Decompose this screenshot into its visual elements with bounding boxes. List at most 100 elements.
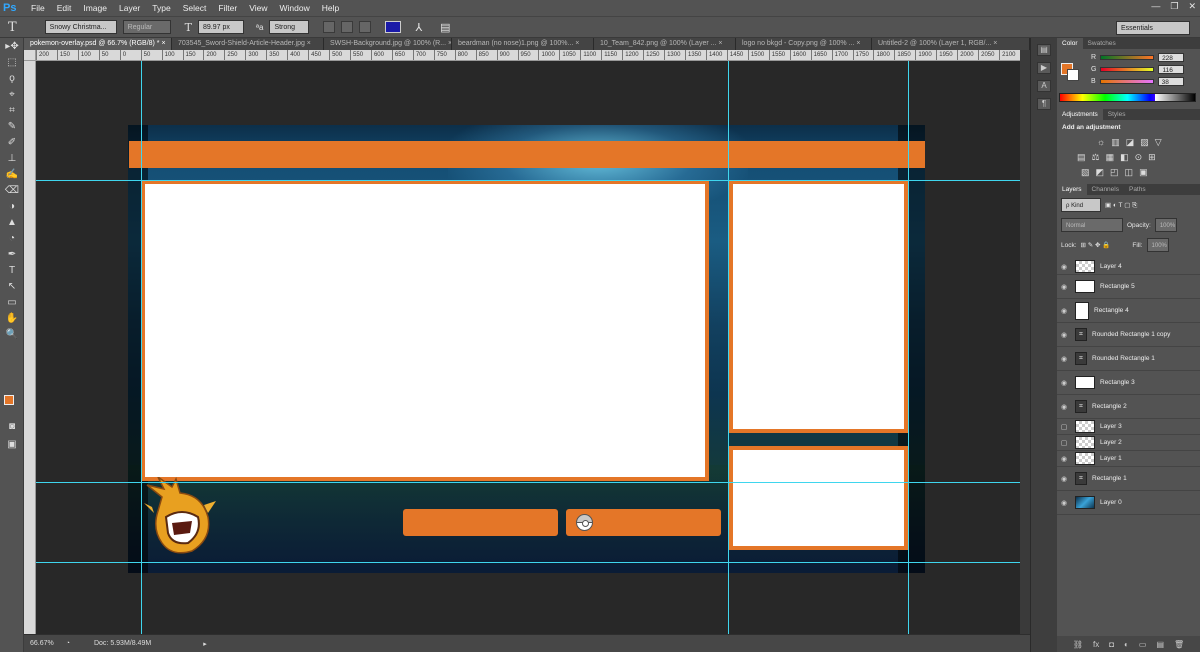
new-group-icon[interactable]: ▭ [1139,640,1147,649]
guide-vertical-2[interactable] [728,61,729,634]
screen-mode-icon[interactable]: ▣ [4,438,20,452]
r-slider[interactable] [1100,54,1155,60]
threshold-icon[interactable]: ◰ [1110,167,1119,178]
layer-row-rectangle-2[interactable]: ◉ ⌗ Rectangle 2 [1057,395,1200,419]
layer-name[interactable]: Rounded Rectangle 1 [1092,355,1155,362]
text-color-swatch[interactable] [385,21,402,33]
menu-type[interactable]: Type [146,0,176,16]
vibrance-icon[interactable]: ▽ [1155,137,1162,148]
visibility-eye-icon[interactable]: ◉ [1057,283,1071,291]
g-slider[interactable] [1100,66,1155,72]
menu-file[interactable]: File [25,0,51,16]
actions-panel-icon[interactable]: ▶ [1037,62,1051,74]
layer-row-rectangle-3[interactable]: ◉ Rectangle 3 [1057,371,1200,395]
guide-horizontal-2[interactable] [36,482,1020,483]
restore-icon[interactable]: ❐ [1170,1,1178,12]
status-info-icon[interactable]: ◔ [66,640,70,647]
canvas-scrollbar[interactable] [1020,50,1030,634]
posterize-icon[interactable]: ◩ [1096,167,1105,178]
rounded-rect-button-2[interactable] [566,509,721,536]
status-menu-arrow-icon[interactable]: ▸ [203,640,207,648]
eraser-tool-icon[interactable]: ⌫ [4,184,20,198]
visibility-eye-icon[interactable]: ◉ [1057,379,1071,387]
type-tool-icon[interactable]: T [8,20,17,35]
layer-name[interactable]: Rectangle 4 [1094,307,1129,314]
visibility-eye-icon[interactable]: ◉ [1057,307,1071,315]
visibility-eye-icon[interactable]: ▢ [1057,439,1071,447]
layer-row-layer-0[interactable]: ◉ Layer 0 [1057,491,1200,515]
invert-icon[interactable]: ▧ [1081,167,1090,178]
clone-stamp-tool-icon[interactable]: ✍ [4,168,20,182]
link-layers-icon[interactable]: ⛓ [1073,640,1083,649]
layer-style-icon[interactable]: fx [1093,640,1099,649]
menu-edit[interactable]: Edit [51,0,78,16]
align-left-button[interactable] [323,21,336,33]
layer-row-layer-1[interactable]: ◉ Layer 1 [1057,451,1200,467]
character-panel-icon[interactable]: A [1037,80,1051,92]
hand-tool-icon[interactable]: ✋ [4,312,20,326]
dodge-tool-icon[interactable]: ◔ [4,232,20,246]
levels-icon[interactable]: ▥ [1111,137,1120,148]
layer-row-layer-2[interactable]: ▢ Layer 2 [1057,435,1200,451]
blend-mode-select[interactable]: Normal [1061,218,1123,232]
move-tool-icon[interactable]: ▸✥ [4,40,20,54]
layer-name[interactable]: Layer 2 [1100,439,1122,446]
quick-mask-icon[interactable]: ◙ [4,420,20,434]
layer-name[interactable]: Layer 3 [1100,423,1122,430]
tab-swsh-background[interactable]: SWSH-Background.jpg @ 100% (R... × [324,38,452,50]
guide-horizontal-1[interactable] [36,180,1020,181]
new-layer-icon[interactable]: ▤ [1156,640,1164,649]
layer-row-rectangle-1[interactable]: ◉ ⌗ Rectangle 1 [1057,467,1200,491]
overlay-artboard[interactable] [128,125,925,573]
layer-row-rectangle-4[interactable]: ◉ Rectangle 4 [1057,299,1200,323]
guide-horizontal-3[interactable] [36,562,1020,563]
brightness-icon[interactable]: ☼ [1097,137,1105,148]
canvas-workspace[interactable] [36,61,1020,634]
curves-icon[interactable]: ◪ [1126,137,1135,148]
layer-name[interactable]: Rectangle 3 [1100,379,1135,386]
guide-vertical-3[interactable] [908,61,909,634]
layer-name[interactable]: Rounded Rectangle 1 copy [1092,331,1170,338]
adjustment-layer-icon[interactable]: ◐ [1124,640,1129,649]
layer-name[interactable]: Layer 0 [1100,499,1122,506]
path-select-tool-icon[interactable]: ↖ [4,280,20,294]
visibility-eye-icon[interactable]: ◉ [1057,355,1071,363]
tab-color[interactable]: Color [1057,38,1083,49]
visibility-eye-icon[interactable]: ◉ [1057,263,1071,271]
selective-color-icon[interactable]: ◫ [1125,167,1134,178]
workspace-select[interactable]: Essentials [1116,21,1190,35]
font-size-select[interactable]: 89.97 px [198,20,245,34]
ruler-origin[interactable] [24,50,36,61]
layer-row-rounded-rectangle-1[interactable]: ◉ ⌗ Rounded Rectangle 1 [1057,347,1200,371]
tab-styles[interactable]: Styles [1103,109,1131,120]
visibility-eye-icon[interactable]: ◉ [1057,475,1071,483]
vertical-ruler[interactable] [24,61,36,634]
layer-filter-icons[interactable]: ▣ ◐ T ▢ ⎘ [1105,201,1137,210]
panels-toggle-icon[interactable]: ▤ [440,21,450,34]
side-frame-top[interactable] [729,180,908,433]
horizontal-ruler[interactable]: 200 150 100 50 0 50 100 150 200 250 300 350 400 450 50… [36,50,1020,61]
history-panel-icon[interactable]: ▤ [1037,44,1051,56]
close-icon[interactable]: ✕ [1188,1,1196,12]
tab-swatches[interactable]: Swatches [1083,38,1121,49]
menu-help[interactable]: Help [316,0,345,16]
add-mask-icon[interactable]: ◘ [1109,640,1114,649]
menu-layer[interactable]: Layer [113,0,146,16]
layer-name[interactable]: Rectangle 1 [1092,475,1127,482]
b-slider[interactable] [1099,78,1154,84]
visibility-eye-icon[interactable]: ◉ [1057,403,1071,411]
tab-adjustments[interactable]: Adjustments [1057,109,1103,120]
minimize-icon[interactable]: — [1151,1,1160,12]
tab-logo-no-bkgd[interactable]: logo no bkgd - Copy.png @ 100% ... × [736,38,872,50]
top-banner-rect[interactable] [129,141,925,168]
layer-row-layer-4[interactable]: ◉ Layer 4 [1057,259,1200,275]
menu-window[interactable]: Window [273,0,315,16]
menu-view[interactable]: View [243,0,273,16]
lasso-tool-icon[interactable]: ϙ [4,72,20,86]
g-value[interactable]: 116 [1158,64,1185,74]
layer-name[interactable]: Layer 4 [1100,263,1122,270]
menu-select[interactable]: Select [177,0,213,16]
zoom-level[interactable]: 66.67% [30,640,54,647]
layer-row-rounded-rectangle-1-copy[interactable]: ◉ ⌗ Rounded Rectangle 1 copy [1057,323,1200,347]
blur-tool-icon[interactable]: ▲ [4,216,20,230]
